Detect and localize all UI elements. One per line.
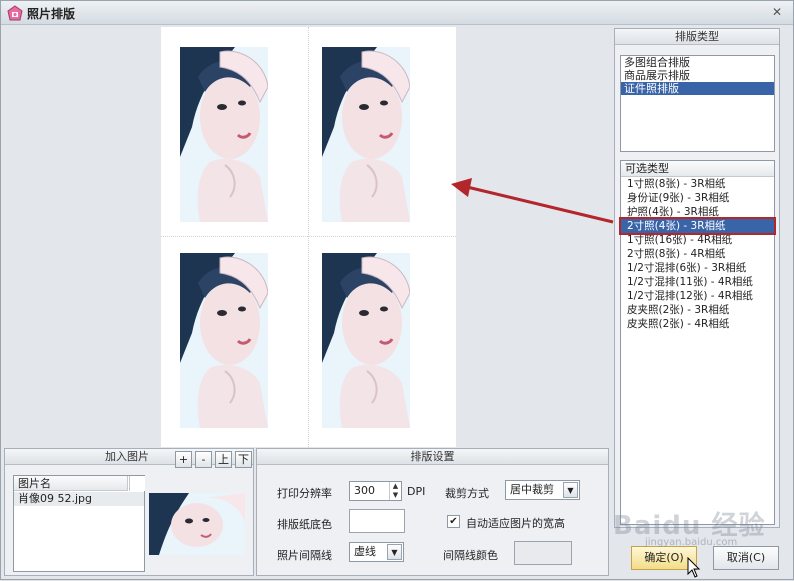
layout-preview	[4, 27, 609, 447]
preview-paper	[161, 27, 456, 447]
spin-arrows-icon[interactable]: ▲ ▼	[389, 482, 401, 500]
layout-type-item[interactable]: 商品展示排版	[621, 69, 774, 82]
add-picture-button[interactable]: +	[175, 451, 192, 468]
layout-type-item[interactable]: 证件照排版	[621, 82, 774, 95]
photo-type-list[interactable]: 可选类型 1寸照(8张) - 3R相纸 身份证(9张) - 3R相纸 护照(4张) …	[619, 160, 776, 525]
remove-picture-button[interactable]: -	[195, 451, 212, 468]
separator-color-picker[interactable]	[514, 541, 572, 565]
window-title: 照片排版	[27, 7, 76, 21]
photo-type-item[interactable]: 1寸照(8张) - 3R相纸	[621, 177, 774, 191]
photo-type-item[interactable]: 2寸照(4张) - 3R相纸	[619, 217, 776, 235]
preview-photo	[180, 253, 268, 428]
photo-type-item[interactable]: 1/2寸混排(11张) - 4R相纸	[621, 275, 774, 289]
auto-fit-checkbox[interactable]: ✔	[447, 515, 460, 528]
preview-photo	[322, 47, 410, 222]
dropdown-arrow-icon[interactable]: ▼	[387, 544, 402, 560]
column-header-filename[interactable]: 图片名	[14, 476, 128, 491]
checkbox-check-icon: ✔	[449, 516, 458, 527]
crop-mode-value: 居中裁剪	[510, 483, 554, 496]
preview-photo	[322, 253, 410, 428]
resolution-unit: DPI	[407, 485, 426, 498]
photo-type-item[interactable]: 1/2寸混排(12张) - 4R相纸	[621, 289, 774, 303]
photo-type-item[interactable]: 身份证(9张) - 3R相纸	[621, 191, 774, 205]
close-icon[interactable]: ✕	[769, 4, 785, 20]
separator-line-horizontal	[161, 236, 456, 237]
preview-photo	[180, 47, 268, 222]
paper-color-label: 排版纸底色	[277, 518, 332, 531]
mouse-cursor-icon	[687, 557, 701, 578]
separator-line-value: 虚线	[354, 545, 376, 558]
resolution-value: 300	[354, 484, 375, 497]
layout-settings-header: 排版设置	[257, 449, 608, 465]
photo-type-item[interactable]: 2寸照(8张) - 4R相纸	[621, 247, 774, 261]
picture-file-list[interactable]: 图片名 肖像09 52.jpg	[13, 475, 145, 572]
column-header-spacer	[129, 476, 145, 491]
resolution-label: 打印分辨率	[277, 487, 332, 500]
photo-type-header: 可选类型	[621, 161, 774, 177]
crop-mode-select[interactable]: 居中裁剪 ▼	[505, 480, 580, 500]
cancel-button[interactable]: 取消(C)	[713, 546, 779, 570]
move-down-button[interactable]: 下	[235, 451, 252, 468]
picture-thumbnail	[149, 493, 245, 555]
photo-type-item[interactable]: 1/2寸混排(6张) - 3R相纸	[621, 261, 774, 275]
paper-color-picker[interactable]	[349, 509, 405, 533]
layout-settings-panel: 排版设置 打印分辨率 300 ▲ ▼ DPI 裁剪方式 居中裁剪 ▼ 排版纸底色 …	[256, 448, 609, 576]
file-list-row[interactable]: 肖像09 52.jpg	[14, 492, 144, 506]
crop-mode-label: 裁剪方式	[445, 487, 489, 500]
auto-fit-label: 自动适应图片的宽高	[466, 517, 565, 530]
separator-line-label: 照片间隔线	[277, 549, 332, 562]
photo-layout-window: 照片排版 ✕ 排版类型 多图组合排版 商品展示排版 证件照排版 可选类型 1寸照(8…	[0, 0, 794, 580]
layout-type-list[interactable]: 多图组合排版 商品展示排版 证件照排版	[620, 55, 775, 152]
move-up-button[interactable]: 上	[215, 451, 232, 468]
layout-type-panel: 排版类型 多图组合排版 商品展示排版 证件照排版 可选类型 1寸照(8张) - 3R…	[614, 28, 780, 528]
photo-type-item[interactable]: 1寸照(16张) - 4R相纸	[621, 233, 774, 247]
add-picture-panel: 加入图片 + - 上 下 图片名 肖像09 52.jpg	[4, 448, 254, 576]
app-icon	[7, 5, 23, 21]
resolution-stepper[interactable]: 300 ▲ ▼	[349, 481, 402, 501]
separator-line-select[interactable]: 虚线 ▼	[349, 542, 404, 562]
photo-type-item[interactable]: 护照(4张) - 3R相纸	[621, 205, 774, 219]
layout-type-item[interactable]: 多图组合排版	[621, 56, 774, 69]
separator-line-vertical	[308, 27, 309, 447]
separator-color-label: 间隔线颜色	[443, 549, 498, 562]
photo-type-item[interactable]: 皮夹照(2张) - 4R相纸	[621, 317, 774, 331]
layout-type-header: 排版类型	[615, 29, 779, 45]
dropdown-arrow-icon[interactable]: ▼	[563, 482, 578, 498]
photo-type-item[interactable]: 皮夹照(2张) - 3R相纸	[621, 303, 774, 317]
title-bar: 照片排版 ✕	[1, 1, 793, 25]
